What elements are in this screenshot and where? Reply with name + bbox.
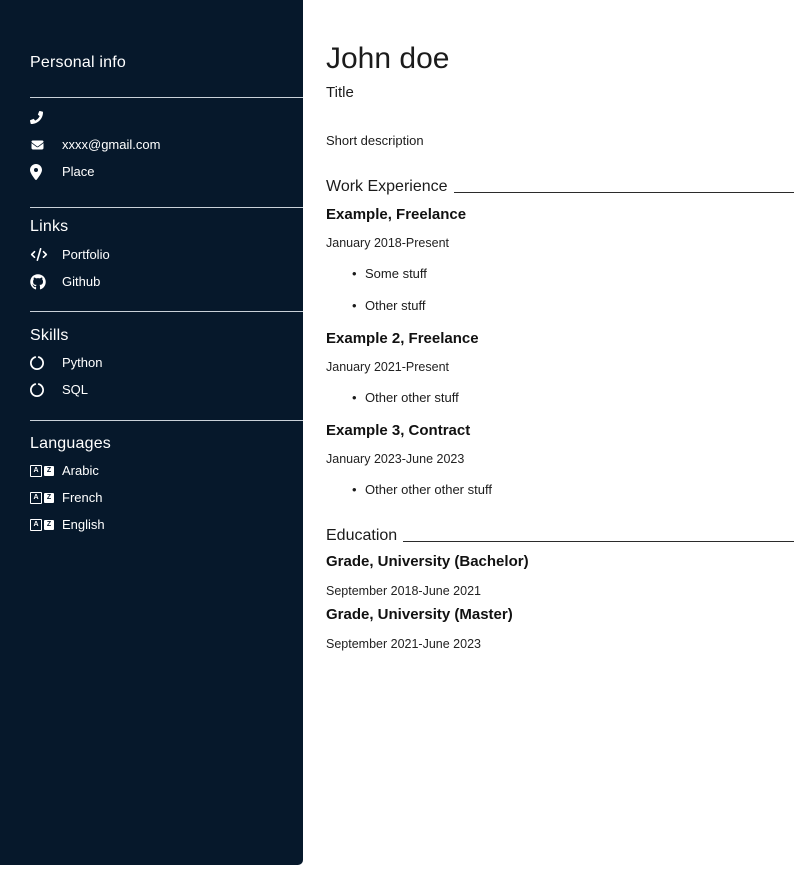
experience-entry: Example, Freelance January 2018-Present …: [326, 206, 794, 313]
language-icon-letter: A: [30, 465, 42, 477]
main-content: John doe Title Short description Work Ex…: [303, 0, 794, 651]
map-marker-icon: [30, 164, 52, 180]
link-item-portfolio[interactable]: Portfolio: [30, 241, 303, 268]
entry-date: September 2018-June 2021: [326, 584, 794, 598]
links-list: Portfolio Github: [30, 241, 303, 295]
entry-date: January 2018-Present: [326, 236, 794, 250]
language-icon-letter: A: [30, 519, 42, 531]
location-row: Place: [30, 158, 303, 185]
short-description: Short description: [326, 133, 794, 148]
languages-heading: Languages: [30, 434, 303, 454]
language-item: AZ Arabic: [30, 457, 303, 484]
language-icon-letter: Z: [44, 493, 54, 503]
person-title: Title: [326, 84, 794, 101]
entry-title: Grade, University (Bachelor): [326, 553, 794, 570]
entry-title: Example 2, Freelance: [326, 330, 794, 347]
work-experience-heading: Work Experience: [326, 178, 794, 196]
language-icon-letter: Z: [44, 466, 54, 476]
sidebar-divider: [30, 207, 303, 208]
location-value: Place: [62, 164, 95, 179]
bullet-item: Other other other stuff: [352, 482, 794, 497]
language-icon: AZ: [30, 519, 52, 531]
bullet-item: Some stuff: [352, 266, 794, 281]
language-icon: AZ: [30, 465, 52, 477]
envelope-icon: [30, 139, 52, 151]
education-entry: Grade, University (Bachelor) September 2…: [326, 553, 794, 598]
skill-label: Python: [62, 355, 102, 370]
education-entry: Grade, University (Master) September 202…: [326, 606, 794, 651]
email-row: xxxx@gmail.com: [30, 131, 303, 158]
skill-label: SQL: [62, 382, 88, 397]
link-label[interactable]: Portfolio: [62, 247, 110, 262]
entry-date: January 2021-Present: [326, 360, 794, 374]
language-label: Arabic: [62, 463, 99, 478]
heading-rule: [403, 541, 794, 542]
code-icon: [30, 248, 52, 261]
heading-rule: [454, 192, 794, 193]
experience-entry: Example 2, Freelance January 2021-Presen…: [326, 330, 794, 405]
languages-list: AZ Arabic AZ French AZ English: [30, 457, 303, 538]
section-heading-label: Work Experience: [326, 178, 448, 196]
entry-title: Grade, University (Master): [326, 606, 794, 623]
link-label[interactable]: Github: [62, 274, 100, 289]
sidebar-divider: [30, 311, 303, 312]
language-icon: AZ: [30, 492, 52, 504]
sidebar-divider: [30, 420, 303, 421]
link-item-github[interactable]: Github: [30, 268, 303, 295]
language-label: English: [62, 517, 105, 532]
phone-row: [30, 104, 303, 131]
resume-page: Personal info xxxx@gmail.com Place: [0, 0, 794, 869]
language-icon-letter: A: [30, 492, 42, 504]
circle-notch-icon: [30, 383, 52, 397]
github-icon: [30, 274, 52, 290]
contact-list: xxxx@gmail.com Place: [30, 104, 303, 185]
language-icon-letter: Z: [44, 520, 54, 530]
skills-list: Python SQL: [30, 349, 303, 403]
entry-title: Example, Freelance: [326, 206, 794, 223]
entry-date: January 2023-June 2023: [326, 452, 794, 466]
experience-entry: Example 3, Contract January 2023-June 20…: [326, 422, 794, 497]
language-item: AZ French: [30, 484, 303, 511]
personal-info-heading: Personal info: [30, 53, 303, 73]
person-name: John doe: [326, 42, 794, 76]
sidebar: Personal info xxxx@gmail.com Place: [0, 0, 303, 865]
skill-item: Python: [30, 349, 303, 376]
entry-bullets: Other other other stuff: [326, 482, 794, 497]
sidebar-divider: [30, 97, 303, 98]
bullet-item: Other stuff: [352, 298, 794, 313]
entry-bullets: Other other stuff: [326, 390, 794, 405]
links-heading: Links: [30, 217, 303, 237]
entry-bullets: Some stuff Other stuff: [326, 266, 794, 313]
phone-icon: [30, 111, 52, 124]
bullet-item: Other other stuff: [352, 390, 794, 405]
skills-heading: Skills: [30, 326, 303, 346]
email-value: xxxx@gmail.com: [62, 137, 160, 152]
circle-notch-icon: [30, 356, 52, 370]
entry-title: Example 3, Contract: [326, 422, 794, 439]
skill-item: SQL: [30, 376, 303, 403]
entry-date: September 2021-June 2023: [326, 637, 794, 651]
language-item: AZ English: [30, 511, 303, 538]
section-heading-label: Education: [326, 527, 397, 545]
education-heading: Education: [326, 527, 794, 545]
language-label: French: [62, 490, 102, 505]
